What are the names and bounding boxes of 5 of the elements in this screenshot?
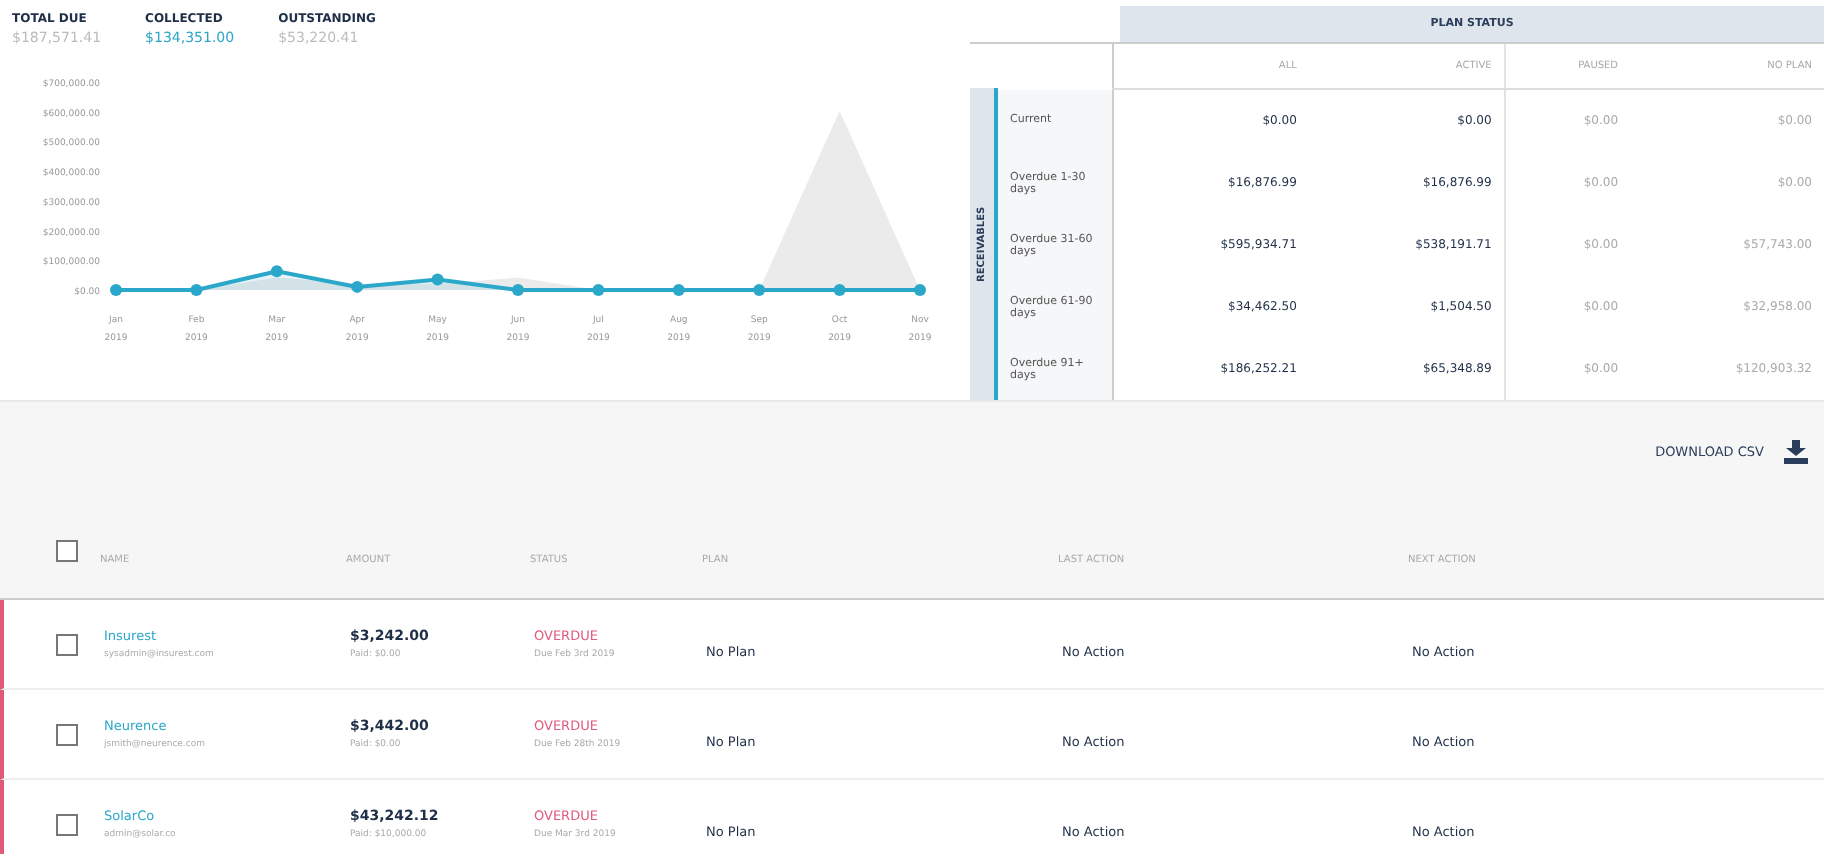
checkbox[interactable]: [56, 633, 78, 655]
checkbox[interactable]: [56, 539, 78, 561]
checkbox[interactable]: [56, 723, 78, 745]
download-icon[interactable]: [1784, 440, 1808, 464]
checkbox[interactable]: [56, 813, 78, 835]
